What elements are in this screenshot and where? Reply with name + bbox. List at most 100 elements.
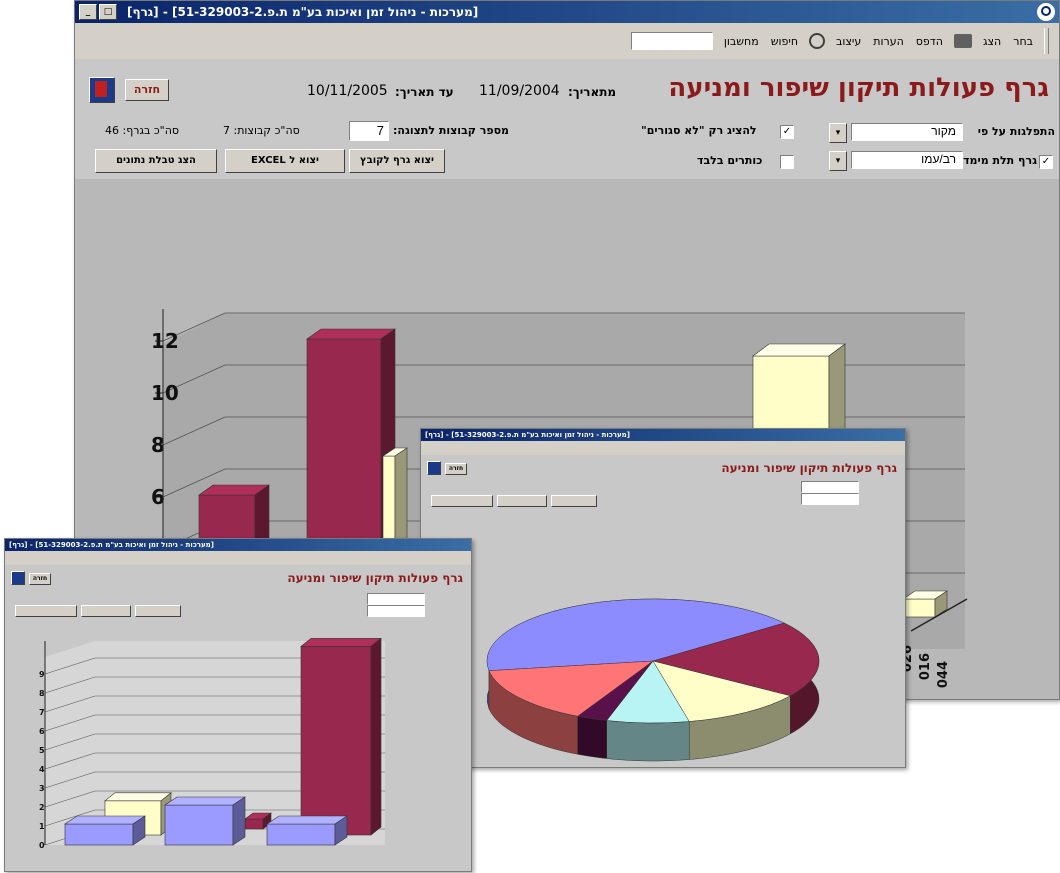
small-bar-purple-front	[300, 646, 372, 836]
toolbar-item-calculator[interactable]: מחשבון	[723, 34, 760, 49]
toolbar-item-print[interactable]: הדפס	[915, 34, 944, 49]
pie-group-select[interactable]	[801, 481, 859, 493]
pie-back-button[interactable]: חזרה	[445, 463, 467, 475]
y-tick-label: 10	[151, 381, 179, 405]
small-bar-blue-1-top	[164, 796, 246, 806]
bar-yellow-small	[902, 590, 948, 618]
small-bar-blue-0-top	[64, 815, 146, 825]
titles-only-checkbox[interactable]	[780, 155, 794, 169]
small-titlebar[interactable]: [מערכות - ניהול זמן ואיכות בע"מ ת.פ.51-3…	[5, 539, 471, 551]
toolbar-grip	[1044, 28, 1049, 54]
pie-form: גרף פעולות תיקון שיפור ומניעה חזרה	[421, 455, 905, 767]
graph-3d-checkbox[interactable]: ✓	[1039, 155, 1053, 169]
small-toolbar	[5, 551, 471, 566]
pie-slice-side-4	[577, 715, 607, 759]
small-group-select[interactable]	[367, 593, 425, 605]
small-bar-yellow-top	[104, 792, 172, 802]
show-table-button[interactable]: הצג טבלת נתונים	[95, 149, 217, 173]
group-by-label: התפלגות על פי	[977, 125, 1055, 138]
toolbar-item-notes[interactable]: הערות	[872, 34, 905, 49]
small-bar-blue-0-front	[64, 823, 134, 846]
bar-purple-2-top	[306, 328, 396, 340]
small-bar-blue-2-front	[266, 823, 336, 846]
pie-chart	[421, 511, 905, 766]
y-tick-label: 12	[151, 329, 179, 353]
pie-toolbar	[421, 441, 905, 456]
pie-titlebar[interactable]: [מערכות - ניהול זמן ואיכות בע"מ ת.פ.51-3…	[421, 429, 905, 441]
small-export-graph-button[interactable]	[135, 605, 181, 617]
pie-export-excel-button[interactable]	[497, 495, 547, 507]
pie-exit-door-icon[interactable]	[427, 461, 441, 475]
small-y-tick-label: 1	[39, 822, 45, 831]
exit-door-icon[interactable]	[89, 77, 115, 103]
group-by-dropdown-arrow[interactable]: ▾	[829, 123, 847, 143]
page-title: גרף פעולות תיקון שיפור ומניעה	[668, 73, 1049, 103]
small-y-tick-label: 7	[39, 708, 45, 717]
pie-export-graph-button[interactable]	[551, 495, 597, 507]
from-date-label: מתאריך:	[568, 85, 617, 99]
small-bar-blue-1-side	[232, 796, 246, 846]
from-date-value: 11/09/2004	[479, 83, 560, 99]
small-y-tick-label: 5	[39, 746, 45, 755]
group-by-select[interactable]: מקור	[851, 123, 963, 141]
to-date-value: 10/11/2005	[307, 83, 388, 99]
small-bar-purple-side	[370, 637, 382, 836]
main-window-title: [מערכות - ניהול זמן ואיכות בע"מ ת.פ.51-3…	[127, 5, 479, 19]
graph-type-select[interactable]: רב/עמו	[851, 151, 963, 169]
graph-type-dropdown-arrow[interactable]: ▾	[829, 151, 847, 171]
total-groups-text: סה"כ קבוצות: 7	[223, 124, 300, 137]
titles-only-label: כותרים בלבד	[697, 154, 763, 167]
small-show-table-button[interactable]	[15, 605, 77, 617]
small-bar-window: [מערכות - ניהול זמן ואיכות בע"מ ת.פ.51-3…	[4, 538, 472, 872]
search-icon[interactable]	[809, 33, 826, 49]
small-back-button[interactable]: חזרה	[29, 573, 51, 585]
x-tick-label: 016	[918, 653, 933, 680]
small-y-tick-label: 9	[39, 670, 45, 679]
small-bar-purple-small-front	[244, 818, 264, 830]
pie-graph-type-select[interactable]	[801, 493, 859, 505]
export-graph-button[interactable]: יצוא גרף לקובץ	[349, 149, 445, 173]
small-y-tick-label: 2	[39, 803, 45, 812]
groups-count-input[interactable]: 7	[349, 121, 389, 141]
small-y-tick-label: 0	[39, 841, 45, 850]
toolbar-item-select[interactable]: בחר	[1012, 34, 1034, 49]
small-bar-blue-1	[164, 796, 246, 846]
to-date-label: עד תאריך:	[395, 85, 454, 99]
small-bar-blue-0	[64, 815, 146, 846]
small-y-tick-label: 6	[39, 727, 45, 736]
small-bar-purple-top	[300, 638, 382, 647]
small-bar-blue-2	[266, 815, 348, 846]
small-export-excel-button[interactable]	[81, 605, 131, 617]
total-cases-text: סה"כ בגרף: 46	[105, 124, 180, 137]
small-y-tick-label: 4	[39, 765, 45, 774]
small-y-tick-label: 8	[39, 689, 45, 698]
toolbar-item-design[interactable]: עיצוב	[835, 34, 862, 49]
minimize-icon[interactable]: _	[79, 4, 97, 20]
main-toolbar: בחר הצג הדפס הערות עיצוב חיפוש מחשבון	[75, 23, 1059, 60]
small-bar-blue-2-top	[266, 815, 348, 825]
small-form: גרף פעולות תיקון שיפור ומניעה חזרה 9 8 7 6 5…	[5, 565, 471, 871]
small-bar-blue-1-front	[164, 804, 234, 846]
graph-3d-label: גרף תלת מימד	[963, 154, 1037, 167]
export-excel-button[interactable]: יצוא ל EXCEL	[225, 149, 345, 173]
window-controls: □ _	[79, 4, 117, 20]
maximize-icon[interactable]: □	[99, 4, 117, 20]
pie-show-table-button[interactable]	[431, 495, 493, 507]
show-closed-checkbox[interactable]: ✓	[780, 125, 794, 139]
main-titlebar[interactable]: [מערכות - ניהול זמן ואיכות בע"מ ת.פ.51-3…	[75, 1, 1059, 23]
show-closed-label: להציג רק "לא סגורים"	[641, 124, 757, 137]
toolbar-item-search[interactable]: חיפוש	[770, 34, 799, 49]
small-bar-chart: 9 8 7 6 5 4 3 2 1 0	[5, 621, 471, 871]
bar-yellow-small-front	[902, 598, 936, 618]
toolbar-combo[interactable]	[630, 32, 713, 50]
print-icon[interactable]	[953, 34, 972, 48]
small-graph-type-select[interactable]	[367, 605, 425, 617]
pie-slice-side-3	[606, 720, 690, 762]
small-exit-door-icon[interactable]	[11, 571, 25, 585]
pie-page-title: גרף פעולות תיקון שיפור ומניעה	[721, 461, 897, 475]
app-icon[interactable]	[1037, 3, 1055, 21]
x-tick-label: 044	[936, 661, 951, 688]
back-button[interactable]: חזרה	[125, 79, 169, 101]
small-window-title: [מערכות - ניהול זמן ואיכות בע"מ ת.פ.51-3…	[9, 541, 214, 549]
toolbar-item-view[interactable]: הצג	[982, 34, 1002, 49]
